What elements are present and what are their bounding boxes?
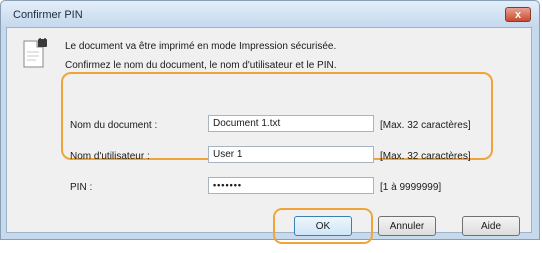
document-lock-icon <box>23 38 47 68</box>
pin-hint: [1 à 9999999] <box>380 182 442 193</box>
ok-button[interactable]: OK <box>294 216 352 236</box>
document-name-label: Nom du document : <box>70 120 158 131</box>
pin-field[interactable]: ••••••• <box>208 177 374 194</box>
message-line-2: Confirmez le nom du document, le nom d'u… <box>65 60 337 71</box>
title-bar: Confirmer PIN x <box>1 1 539 28</box>
dialog-title: Confirmer PIN <box>13 9 83 21</box>
user-name-label: Nom d'utilisateur : <box>70 151 150 162</box>
help-button[interactable]: Aide <box>462 216 520 236</box>
close-icon: x <box>514 9 522 21</box>
cancel-button[interactable]: Annuler <box>378 216 436 236</box>
user-name-field[interactable]: User 1 <box>208 146 374 163</box>
message-line-1: Le document va être imprimé en mode Impr… <box>65 41 337 52</box>
document-name-field[interactable]: Document 1.txt <box>208 115 374 132</box>
user-name-hint: [Max. 32 caractères] <box>380 151 471 162</box>
document-name-hint: [Max. 32 caractères] <box>380 120 471 131</box>
close-button[interactable]: x <box>505 7 531 22</box>
pin-label: PIN : <box>70 182 93 193</box>
